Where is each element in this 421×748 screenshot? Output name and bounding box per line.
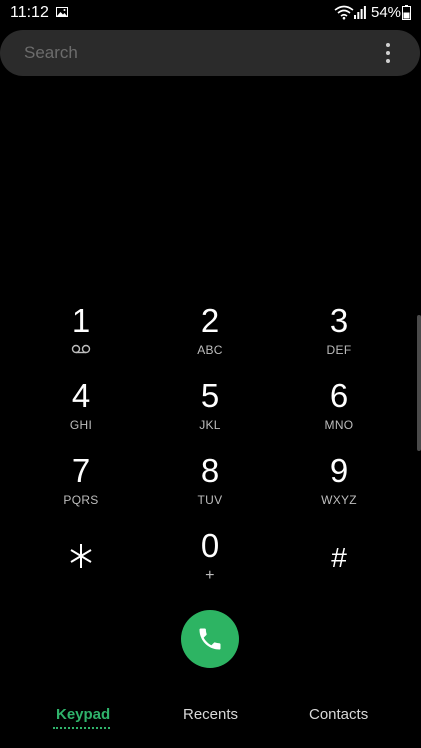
key-4[interactable]: 4 GHI [26,378,136,444]
tab-contacts[interactable]: Contacts [309,706,368,723]
key-3[interactable]: 3 DEF [284,303,394,369]
key-digit: 4 [71,377,91,414]
key-digit: # [331,542,347,573]
search-input[interactable] [24,30,364,76]
status-time: 11:12 [10,4,49,21]
more-vertical-icon-dot [386,51,390,55]
key-0[interactable]: 0 + [155,528,265,594]
key-letters: GHI [69,418,93,432]
asterisk-icon [26,540,136,577]
image-icon [56,7,68,17]
battery-icon [402,5,411,20]
key-digit: 2 [200,302,220,339]
wifi-icon [334,5,354,20]
key-letters: TUV [197,493,223,507]
key-digit: 3 [329,302,349,339]
search-bar[interactable] [0,30,420,76]
key-star[interactable] [26,540,136,606]
key-letters: JKL [199,418,221,432]
call-button[interactable] [181,610,239,668]
key-letters: DEF [326,343,352,357]
battery-percentage: 54% [371,4,402,21]
scroll-handle[interactable] [417,315,421,451]
key-1[interactable]: 1 [26,303,136,369]
key-6[interactable]: 6 MNO [284,378,394,444]
key-letters: PQRS [63,493,99,507]
key-digit: 1 [71,302,91,339]
key-digit: 5 [200,377,220,414]
key-8[interactable]: 8 TUV [155,453,265,519]
status-bar: 11:12 54% [0,0,421,28]
key-9[interactable]: 9 WXYZ [284,453,394,519]
key-7[interactable]: 7 PQRS [26,453,136,519]
key-digit: 0 [200,527,220,564]
tab-recents[interactable]: Recents [183,706,238,723]
phone-icon [199,628,221,650]
tab-keypad[interactable]: Keypad [56,706,110,723]
more-options-button[interactable] [376,40,400,66]
key-digit: 8 [200,452,220,489]
signal-icon [354,6,366,19]
key-digit: 9 [329,452,349,489]
more-vertical-icon [386,43,390,47]
key-letters: ABC [197,343,223,357]
key-letters: + [205,567,215,584]
key-digit: 7 [71,452,91,489]
key-digit: 6 [329,377,349,414]
key-2[interactable]: 2 ABC [155,303,265,369]
key-letters: WXYZ [321,493,357,507]
tab-active-indicator [53,727,110,729]
more-vertical-icon-dot [386,59,390,63]
key-hash[interactable]: # [284,540,394,606]
key-letters: MNO [324,418,354,432]
key-5[interactable]: 5 JKL [155,378,265,444]
voicemail-icon [26,343,136,357]
